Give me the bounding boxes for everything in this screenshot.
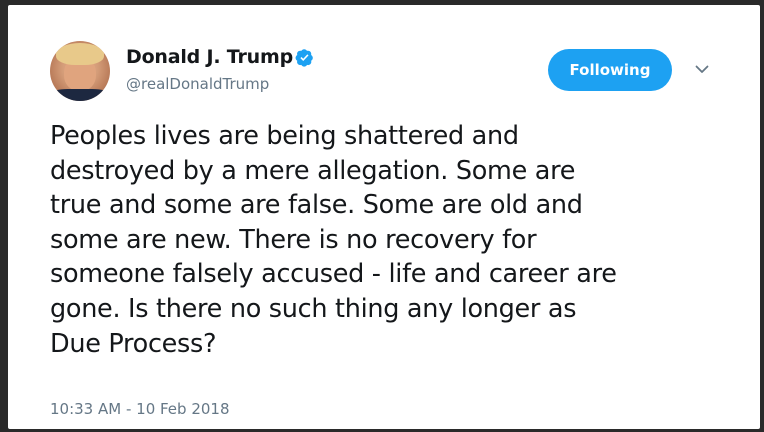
tweet-text: Peoples lives are being shattered and de… (50, 119, 746, 361)
following-button[interactable]: Following (548, 49, 672, 91)
verified-badge-icon (295, 49, 313, 67)
tweet-line: Peoples lives are being shattered and (50, 121, 519, 151)
avatar-hair (56, 43, 104, 65)
author-name[interactable]: Donald J. Trump (126, 46, 293, 68)
tweet-line: someone falsely accused - life and caree… (50, 259, 617, 290)
tweet-line: destroyed by a mere allegation. Some are (50, 155, 576, 186)
author-handle[interactable]: @realDonaldTrump (126, 75, 269, 93)
avatar[interactable] (50, 41, 110, 101)
tweet-line: some are new. There is no recovery for (50, 224, 537, 255)
tweet-card: Donald J. Trump @realDonaldTrump Followi… (8, 5, 760, 429)
tweet-line: Due Process? (50, 328, 217, 359)
avatar-suit (50, 89, 110, 101)
tweet-line: true and some are false. Some are old an… (50, 190, 583, 221)
tweet-timestamp[interactable]: 10:33 AM - 10 Feb 2018 (50, 400, 230, 418)
tweet-line: gone. Is there no such thing any longer … (50, 293, 577, 324)
chevron-down-icon[interactable] (694, 61, 710, 77)
